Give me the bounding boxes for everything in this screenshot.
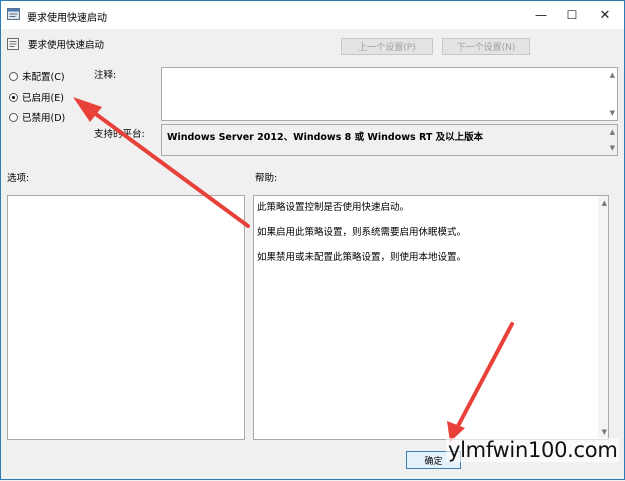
annotation-arrows <box>73 97 514 442</box>
annotation-arrow-to-ok <box>456 322 514 428</box>
watermark-text: ylmfwin100.com <box>446 438 620 462</box>
annotation-arrow-to-enabled <box>87 107 250 228</box>
arrow-head-icon <box>73 97 102 122</box>
policy-editor-window: 要求使用快速启动 — ☐ ✕ 要求使用快速启动 上一个设置(P) 下一个设置(N… <box>0 0 625 480</box>
